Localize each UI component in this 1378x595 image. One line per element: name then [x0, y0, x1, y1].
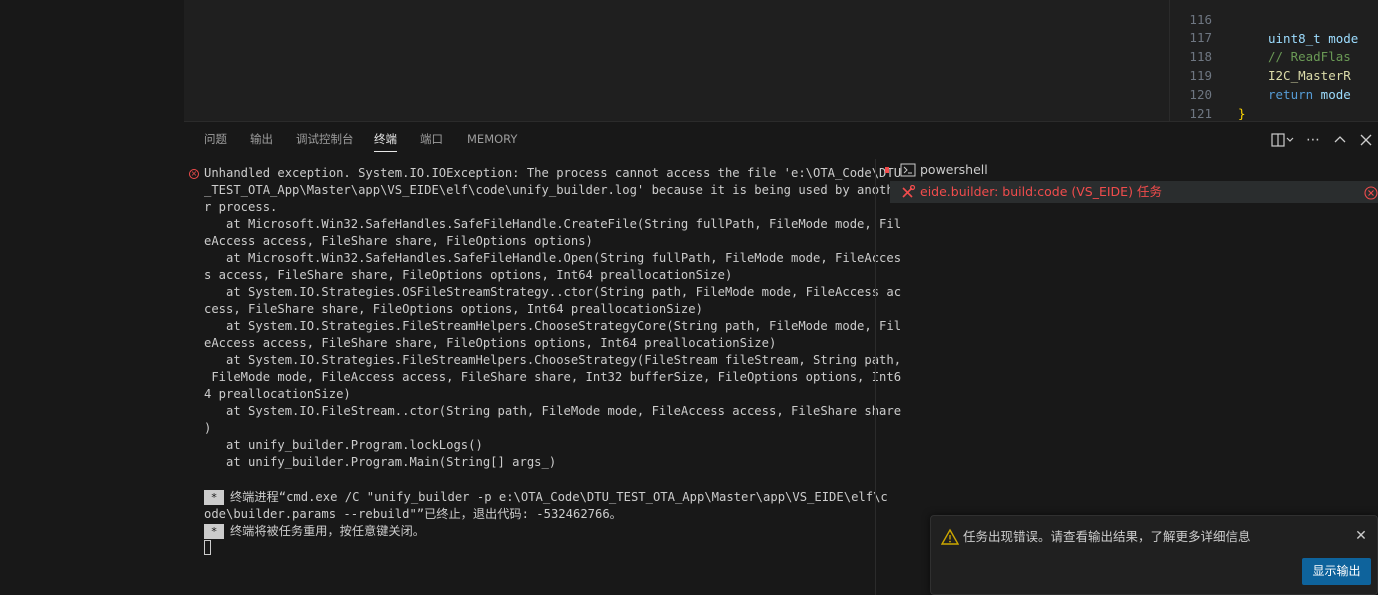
tools-icon [900, 184, 916, 199]
terminal-line: r process. [204, 200, 278, 214]
star-marker: * [204, 524, 224, 539]
tab-debug-console[interactable]: 调试控制台 [296, 132, 354, 152]
close-icon [1360, 134, 1372, 146]
terminal-line: eAccess access, FileShare share, FileOpt… [204, 234, 593, 248]
show-output-button[interactable]: 显示输出 [1302, 558, 1371, 585]
error-decoration-icon: × [189, 169, 199, 179]
code-line: 122 /************ [1170, 104, 1200, 121]
terminal-line: at System.IO.Strategies.FileStreamHelper… [204, 319, 902, 333]
terminal-item-powershell[interactable]: powershell [890, 159, 1378, 181]
reuse-message: 终端将被任务重用，按任意键关闭。 [230, 524, 425, 538]
terminal-line: Unhandled exception. System.IO.IOExcepti… [204, 166, 902, 180]
close-icon[interactable]: ✕ [1353, 528, 1369, 544]
more-actions-icon[interactable]: ⋯ [1304, 131, 1322, 149]
tools-icon [902, 184, 916, 198]
terminal-line: s access, FileShare share, FileOptions o… [204, 268, 733, 282]
terminal-item-label: eide.builder: build:code (VS_EIDE) 任务 [920, 181, 1162, 203]
split-layout-icon [1271, 133, 1294, 147]
notification-message: 任务出现错误。请查看输出结果，了解更多详细信息 [963, 529, 1251, 544]
error-notification: 任务出现错误。请查看输出结果，了解更多详细信息 ✕ 显示输出 [930, 515, 1378, 595]
terminal-line: at System.IO.Strategies.OSFileStreamStra… [204, 285, 902, 299]
terminal-line: at System.IO.Strategies.FileStreamHelper… [204, 353, 902, 367]
terminal-cursor [204, 540, 211, 555]
task-name: eide.builder: build:code (VS_EIDE) [920, 184, 1133, 199]
terminal-line: cess, FileShare share, FileOptions optio… [204, 302, 703, 316]
exit-message: 终端进程“cmd.exe /C "unify_builder -p e:\OTA… [230, 490, 888, 504]
terminal-split-divider[interactable] [875, 159, 876, 595]
terminal-reuse-line: * 终端将被任务重用，按任意键关闭。 [204, 523, 425, 540]
terminal-line: at Microsoft.Win32.SafeHandles.SafeFileH… [204, 251, 902, 265]
close-panel-icon[interactable] [1357, 131, 1375, 149]
tab-ports[interactable]: 端口 [420, 132, 443, 152]
code-line: 118 I2C_MasterR [1170, 28, 1350, 83]
terminal-item-label: powershell [920, 162, 988, 177]
warning-icon [940, 528, 960, 545]
terminal-item-build-task[interactable]: eide.builder: build:code (VS_EIDE) 任务 [890, 181, 1378, 203]
code-text: } [1238, 106, 1246, 121]
error-icon [1364, 186, 1378, 200]
split-layout-icon[interactable] [1270, 131, 1296, 149]
code-text: uint8_t mode [1268, 31, 1359, 46]
code-text: return mode [1268, 85, 1351, 104]
terminal-view[interactable]: × Unhandled exception. System.IO.IOExcep… [184, 159, 901, 595]
terminal-line: at Microsoft.Win32.SafeHandles.SafeFileH… [204, 217, 902, 231]
code-line: 119 return mode [1170, 47, 1350, 102]
panel-tab-bar: 问题 输出 调试控制台 终端 端口 MEMORY ⋯ [184, 122, 1378, 158]
warning-icon [940, 528, 960, 546]
tab-terminal[interactable]: 终端 [374, 132, 397, 152]
keyword: return [1268, 87, 1314, 102]
code-line: 117 // ReadFlas [1170, 9, 1350, 64]
terminal-icon [900, 163, 916, 177]
terminal-line: FileMode mode, FileAccess access, FileSh… [204, 370, 902, 384]
identifier: mode [1313, 87, 1351, 102]
error-scroll-marker [885, 167, 889, 173]
terminal-line: at unify_builder.Program.Main(String[] a… [204, 455, 557, 469]
sidebar-region [0, 0, 184, 595]
terminal-line: ) [204, 421, 212, 435]
tab-memory[interactable]: MEMORY [467, 132, 517, 152]
code-text: I2C_MasterR [1268, 68, 1351, 83]
code-line: 121 [1170, 85, 1212, 121]
tab-output[interactable]: 输出 [250, 132, 273, 152]
terminal-line: _TEST_OTA_App\Master\app\VS_EIDE\elf\cod… [204, 183, 902, 197]
terminal-exit-line: ode\builder.params --rebuild"”已终止，退出代码: … [204, 507, 622, 521]
code-editor[interactable]: 116 uint8_t mode 117 // ReadFlas 118 I2C… [1169, 0, 1378, 121]
terminal-line: at System.IO.FileStream..ctor(String pat… [204, 404, 902, 418]
star-marker: * [204, 490, 224, 505]
terminal-line: eAccess access, FileShare share, FileOpt… [204, 336, 777, 350]
code-text: // ReadFlas [1268, 49, 1351, 64]
maximize-panel-icon[interactable] [1331, 131, 1349, 149]
terminal-icon [900, 163, 916, 177]
tab-problems[interactable]: 问题 [204, 132, 227, 152]
code-line: 120 } [1170, 66, 1245, 121]
terminal-exit-line: * 终端进程“cmd.exe /C "unify_builder -p e:\OT… [204, 489, 888, 506]
chevron-up-icon [1334, 136, 1346, 143]
terminal-line: 4 preallocationSize) [204, 387, 351, 401]
error-status-icon [1364, 185, 1378, 200]
task-suffix: 任务 [1136, 184, 1162, 199]
terminal-line: at unify_builder.Program.lockLogs() [204, 438, 483, 452]
